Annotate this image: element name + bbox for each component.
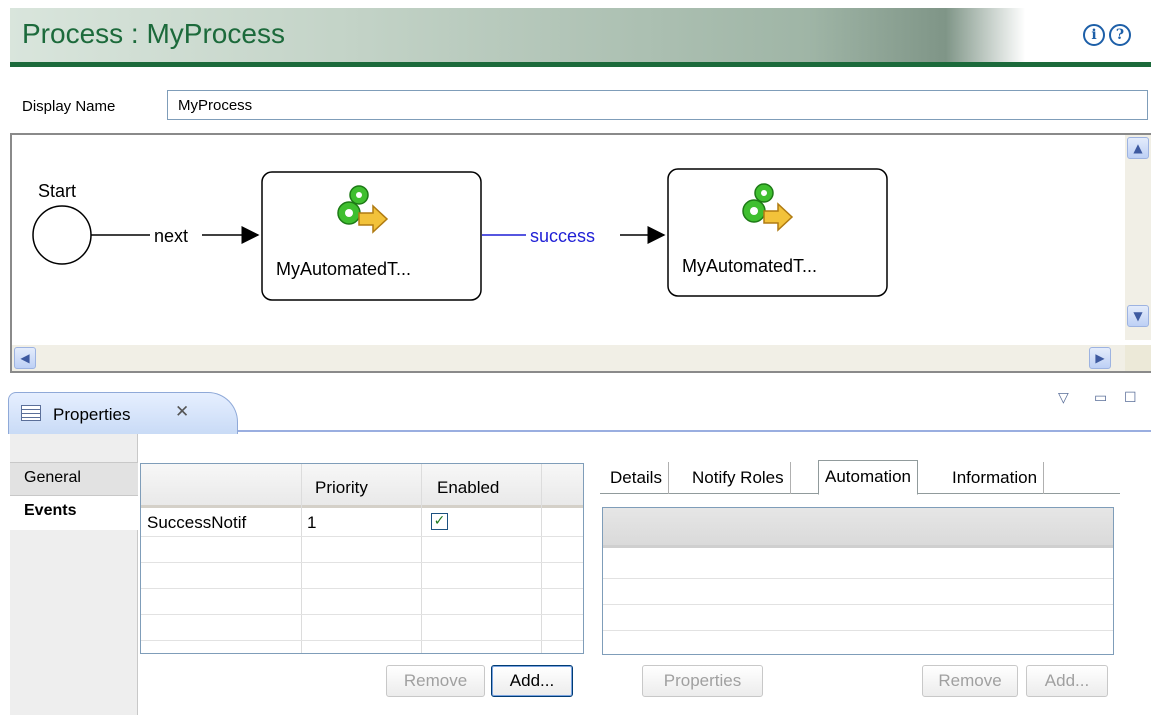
- info-icon[interactable]: i: [1083, 24, 1105, 46]
- tab-details[interactable]: Details: [604, 462, 669, 494]
- tab-notify-roles[interactable]: Notify Roles: [686, 462, 791, 494]
- page-title: Process : MyProcess: [22, 18, 285, 49]
- automation-add-button[interactable]: Add...: [1026, 665, 1108, 697]
- tab-properties[interactable]: Properties ✕: [8, 392, 238, 434]
- task-node-2-label: MyAutomatedT...: [682, 256, 817, 276]
- editor-header: Process : MyProcess i ?: [10, 8, 1151, 62]
- help-icon[interactable]: ?: [1109, 24, 1131, 46]
- row-divider: [603, 604, 1113, 605]
- header-underline: [10, 62, 1151, 67]
- events-table-header: Priority Enabled: [141, 464, 583, 508]
- column-divider: [541, 464, 542, 653]
- task-node-2[interactable]: [667, 168, 888, 297]
- properties-body: General Events Priority Enabled SuccessN…: [10, 434, 1151, 715]
- column-header-priority[interactable]: Priority: [315, 478, 368, 498]
- tab-automation[interactable]: Automation: [818, 460, 918, 495]
- properties-view-tabbar: Properties ✕: [8, 384, 1151, 434]
- events-table[interactable]: Priority Enabled SuccessNotif 1 ✓: [140, 463, 584, 654]
- scroll-up-icon[interactable]: ▲: [1127, 137, 1149, 159]
- automation-properties-button[interactable]: Properties: [642, 665, 763, 697]
- row-divider: [603, 630, 1113, 631]
- maximize-icon[interactable]: ☐: [1124, 390, 1137, 406]
- horizontal-scrollbar[interactable]: ◀ ▶: [12, 345, 1127, 371]
- task-node-1-label: MyAutomatedT...: [276, 259, 411, 279]
- scroll-left-icon[interactable]: ◀: [14, 347, 36, 369]
- row-divider: [141, 614, 583, 615]
- automation-table-header: [603, 508, 1113, 548]
- start-node[interactable]: [32, 205, 92, 265]
- vertical-scrollbar[interactable]: ▲ ▼: [1125, 135, 1151, 340]
- column-divider: [421, 464, 422, 653]
- properties-table-icon: [21, 405, 41, 421]
- edge-success-label: success: [530, 226, 595, 246]
- event-enabled-checkbox[interactable]: ✓: [431, 513, 448, 530]
- minimize-icon[interactable]: ▭: [1094, 390, 1107, 406]
- row-divider: [603, 578, 1113, 579]
- edge-next-label: next: [154, 226, 188, 246]
- category-general[interactable]: General: [10, 462, 138, 496]
- scroll-corner: [1125, 345, 1151, 371]
- tab-properties-label: Properties: [53, 405, 131, 424]
- events-add-button[interactable]: Add...: [491, 665, 573, 697]
- events-remove-button[interactable]: Remove: [386, 665, 485, 697]
- category-list: General Events: [10, 434, 138, 715]
- row-divider: [141, 640, 583, 641]
- column-header-enabled[interactable]: Enabled: [437, 478, 499, 498]
- diagram-svg: Start next MyAutomatedT... success MyAut…: [32, 168, 888, 301]
- event-name-cell[interactable]: SuccessNotif: [147, 513, 246, 533]
- process-diagram-canvas[interactable]: Start next MyAutomatedT... success MyAut…: [10, 133, 1151, 373]
- automation-table[interactable]: [602, 507, 1114, 655]
- display-name-label: Display Name: [22, 98, 116, 115]
- automation-remove-button[interactable]: Remove: [922, 665, 1018, 697]
- scroll-right-icon[interactable]: ▶: [1089, 347, 1111, 369]
- event-priority-cell[interactable]: 1: [307, 513, 316, 533]
- detail-tabs: Details Notify Roles Automation Informat…: [600, 458, 1120, 495]
- column-divider: [301, 464, 302, 653]
- close-icon[interactable]: ✕: [175, 402, 189, 422]
- tab-information[interactable]: Information: [946, 462, 1045, 494]
- view-menu-icon[interactable]: ▽: [1058, 390, 1069, 406]
- scroll-down-icon[interactable]: ▼: [1127, 305, 1149, 327]
- category-events[interactable]: Events: [10, 496, 138, 530]
- row-divider: [141, 562, 583, 563]
- task-node-1[interactable]: [261, 171, 482, 301]
- row-divider: [141, 536, 583, 537]
- row-divider: [141, 588, 583, 589]
- start-label: Start: [38, 181, 76, 201]
- display-name-input[interactable]: MyProcess: [167, 90, 1148, 120]
